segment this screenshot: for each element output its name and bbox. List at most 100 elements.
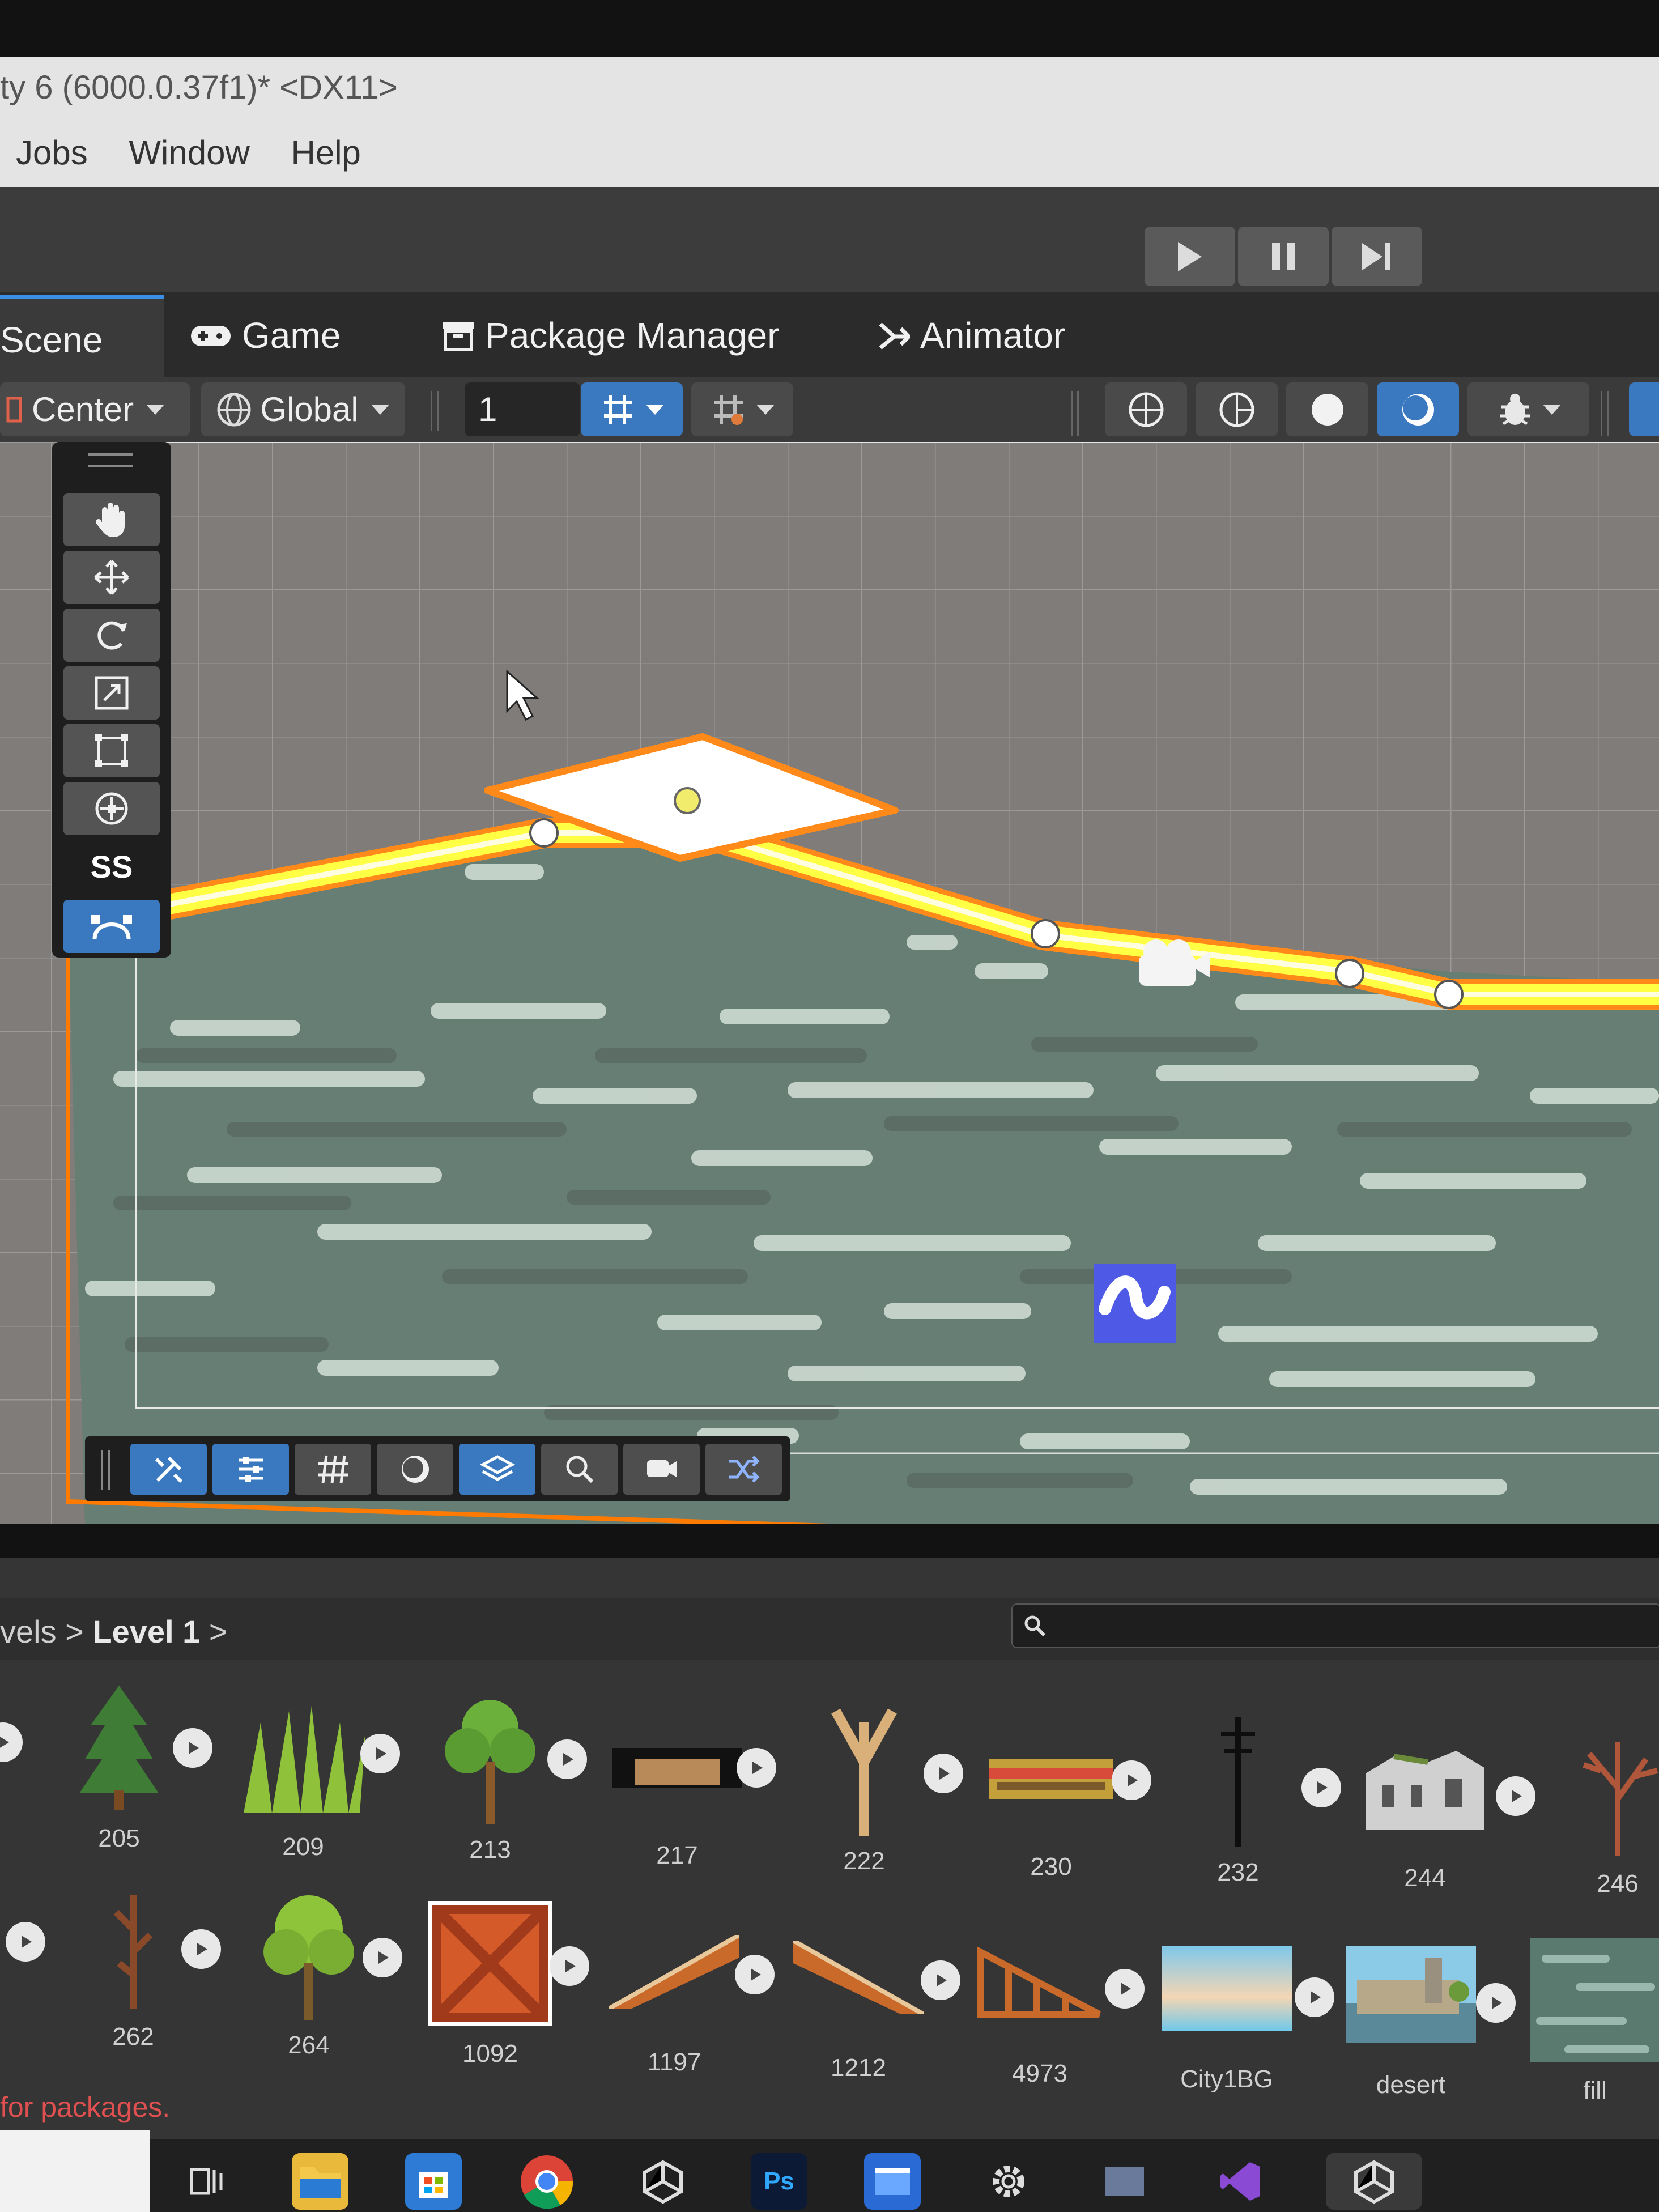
rect-tool-button[interactable] — [63, 724, 160, 777]
scale-tool-button[interactable] — [63, 666, 160, 720]
debug-dropdown[interactable] — [1467, 382, 1589, 436]
project-search-input[interactable] — [1011, 1603, 1659, 1648]
asset-play-button[interactable] — [550, 1946, 589, 1986]
overlay-search-button[interactable] — [541, 1444, 618, 1495]
grid-snap-toggle[interactable] — [581, 382, 683, 436]
asset-item[interactable]: 222 — [799, 1705, 929, 1875]
draw-mode-shaded-wireframe-button[interactable] — [1196, 382, 1278, 436]
view-option-button[interactable] — [1629, 382, 1659, 436]
tab-game-label: Game — [242, 315, 341, 356]
asset-play-button[interactable] — [924, 1754, 963, 1793]
draw-mode-unlit-button[interactable] — [1377, 382, 1459, 436]
asset-play-button[interactable] — [363, 1938, 402, 1977]
overlay-grid-button[interactable] — [295, 1444, 371, 1495]
tab-scene[interactable]: Scene — [0, 295, 164, 381]
store-button[interactable] — [405, 2153, 462, 2210]
asset-item[interactable]: 209 — [238, 1691, 368, 1861]
asset-item[interactable]: 262 — [68, 1881, 198, 2051]
asset-play-button[interactable] — [1105, 1969, 1145, 2009]
increment-snap-toggle[interactable] — [691, 382, 793, 436]
menu-window[interactable]: Window — [129, 134, 249, 172]
asset-label: 244 — [1404, 1864, 1446, 1892]
asset-item[interactable]: 1212 — [793, 1912, 924, 2082]
palette-drag-handle[interactable] — [88, 453, 133, 467]
photoshop-button[interactable]: Ps — [751, 2153, 807, 2210]
asset-item[interactable]: City1BG — [1162, 1924, 1292, 2094]
asset-item[interactable]: fill — [1530, 1935, 1659, 2105]
asset-item[interactable]: 217 — [612, 1700, 742, 1870]
breadcrumb-parent[interactable]: vels — [0, 1614, 57, 1649]
tab-animator[interactable]: Animator — [878, 295, 1065, 377]
tab-game[interactable]: Game — [190, 295, 341, 377]
overlay-settings-button[interactable] — [212, 1444, 289, 1495]
breadcrumb-current[interactable]: Level 1 — [92, 1614, 200, 1649]
overlay-shuffle-button[interactable] — [705, 1444, 782, 1495]
step-button[interactable] — [1332, 227, 1422, 286]
menu-help[interactable]: Help — [291, 134, 361, 172]
asset-play-button[interactable] — [173, 1728, 212, 1768]
unity-hub-button[interactable] — [635, 2153, 691, 2210]
grid-size-input[interactable]: 1 — [465, 382, 580, 436]
asset-item[interactable]: 232 — [1173, 1717, 1303, 1887]
draw-mode-wireframe-button[interactable] — [1105, 382, 1187, 436]
asset-label: 217 — [656, 1841, 698, 1869]
asset-play-button[interactable] — [1496, 1776, 1535, 1816]
asset-play-button[interactable] — [1112, 1760, 1151, 1800]
rotate-tool-button[interactable] — [63, 609, 160, 662]
task-view-button[interactable] — [178, 2153, 235, 2210]
visual-studio-button[interactable] — [1213, 2153, 1269, 2210]
pivot-dropdown[interactable]: Center — [0, 382, 190, 436]
ss-tool-button[interactable]: SS — [63, 840, 160, 893]
asset-play-button[interactable] — [547, 1739, 587, 1779]
unity-editor-button[interactable] — [1326, 2153, 1422, 2210]
chrome-button[interactable] — [518, 2153, 575, 2210]
asset-play-button[interactable] — [6, 1922, 45, 1962]
scene-canvas[interactable] — [0, 442, 1659, 1524]
pause-button[interactable] — [1238, 227, 1329, 286]
asset-item[interactable]: 4973 — [975, 1918, 1105, 2088]
spline-edit-tool-button[interactable] — [63, 900, 160, 953]
overlay-camera-button[interactable] — [623, 1444, 700, 1495]
asset-item[interactable]: 246 — [1552, 1728, 1659, 1898]
overlay-drag-handle[interactable] — [101, 1450, 110, 1490]
draw-mode-shaded-button[interactable] — [1286, 382, 1368, 436]
asset-item[interactable]: 1197 — [609, 1907, 739, 2077]
play-icon — [22, 1935, 32, 1948]
taskbar-search-box[interactable] — [0, 2130, 150, 2212]
hand-tool-button[interactable] — [63, 493, 160, 546]
asset-item[interactable]: 205 — [54, 1683, 184, 1853]
tab-animator-label: Animator — [920, 315, 1066, 356]
breadcrumb: vels > Level 1 > — [0, 1614, 228, 1649]
file-explorer-button[interactable] — [292, 2153, 348, 2210]
transform-icon — [95, 792, 128, 825]
move-tool-button[interactable] — [63, 551, 160, 604]
bare-trunk-icon — [113, 1895, 153, 2009]
overlay-lighting-button[interactable] — [377, 1444, 453, 1495]
scene-view[interactable] — [0, 442, 1659, 1524]
asset-item[interactable]: 264 — [244, 1890, 374, 2060]
taskbar-app-button[interactable] — [1096, 2153, 1153, 2210]
asset-play-button[interactable] — [921, 1960, 960, 2000]
asset-play-button[interactable] — [1476, 1983, 1516, 2023]
overlay-tools-button[interactable] — [130, 1444, 207, 1495]
asset-item[interactable]: desert — [1346, 1929, 1476, 2099]
asset-item[interactable]: 230 — [986, 1711, 1116, 1881]
asset-play-button[interactable] — [181, 1929, 221, 1969]
asset-play-button[interactable] — [737, 1748, 776, 1788]
control-panel-button[interactable] — [864, 2153, 921, 2210]
asset-item[interactable]: 213 — [425, 1694, 555, 1864]
asset-play-button[interactable] — [360, 1734, 400, 1773]
asset-item[interactable]: 1092 — [425, 1898, 555, 2068]
asset-play-button[interactable] — [1295, 1977, 1334, 2017]
asset-play-button[interactable] — [1301, 1768, 1341, 1807]
asset-play-button[interactable] — [735, 1955, 775, 1994]
overlay-layers-button[interactable] — [459, 1444, 535, 1495]
play-button[interactable] — [1145, 227, 1235, 286]
asset-item[interactable]: 244 — [1360, 1722, 1490, 1892]
tab-package-manager[interactable]: Package Manager — [442, 295, 779, 377]
menu-jobs[interactable]: Jobs — [16, 134, 88, 172]
tools-icon — [155, 1456, 182, 1483]
space-dropdown[interactable]: Global — [201, 382, 405, 436]
settings-button[interactable] — [980, 2153, 1037, 2210]
transform-tool-button[interactable] — [63, 782, 160, 835]
